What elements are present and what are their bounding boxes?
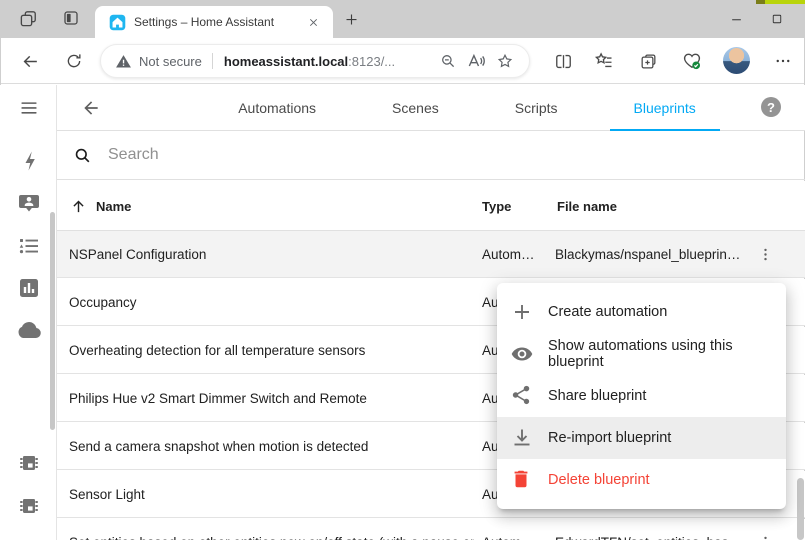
menu-item-reimport-blueprint[interactable]: Re-import blueprint: [497, 417, 786, 459]
security-label: Not secure: [139, 54, 202, 69]
sidebar-item-person-badge[interactable]: [17, 191, 41, 215]
page-scrollbar[interactable]: [797, 478, 804, 540]
home-assistant-favicon: [109, 14, 126, 31]
sidebar-scrollbar[interactable]: [50, 212, 55, 430]
person-badge-icon: [17, 191, 41, 215]
sidebar-menu-icon[interactable]: [17, 96, 41, 120]
address-divider: [212, 53, 213, 69]
energy-icon: [17, 149, 41, 173]
tab-scenes[interactable]: Scenes: [368, 85, 463, 131]
back-icon[interactable]: [18, 49, 42, 73]
eye-icon: [510, 342, 534, 366]
tab-actions-icon[interactable]: [17, 7, 39, 29]
column-header-file[interactable]: File name: [557, 181, 617, 231]
list-icon: [17, 234, 41, 258]
sidebar-item-device-2[interactable]: [17, 494, 41, 518]
tab-blueprints[interactable]: Blueprints: [610, 85, 720, 131]
not-secure-warning-icon[interactable]: [115, 53, 132, 70]
column-header-name[interactable]: Name: [70, 181, 131, 231]
tab-automations[interactable]: Automations: [214, 85, 340, 131]
refresh-icon[interactable]: [62, 49, 86, 73]
share-icon: [510, 384, 534, 408]
row-overflow-menu-icon[interactable]: [751, 240, 779, 268]
browser-essentials-icon[interactable]: [679, 48, 705, 74]
search-input[interactable]: [106, 145, 506, 165]
chip-icon: [17, 494, 41, 518]
search-row: [57, 131, 805, 180]
add-favorite-star-icon[interactable]: [491, 48, 519, 74]
profile-avatar[interactable]: [723, 47, 750, 74]
zoom-out-indicator-icon[interactable]: [435, 48, 461, 74]
cloud-icon: [17, 318, 41, 342]
history-chart-icon: [17, 276, 41, 300]
favorites-icon[interactable]: [591, 48, 617, 74]
help-icon[interactable]: ?: [761, 97, 781, 117]
table-header: Name Type File name: [57, 181, 805, 231]
background-sliver: [765, 0, 805, 4]
workspaces-icon[interactable]: [60, 7, 82, 29]
url-path: :8123/...: [348, 54, 395, 69]
tab-title: Settings – Home Assistant: [134, 15, 303, 29]
menu-item-show-automations[interactable]: Show automations using this blueprint: [497, 333, 786, 375]
sidebar-item-energy[interactable]: [17, 149, 41, 173]
table-row-nspanel[interactable]: NSPanel Configuration Autom… Blackymas/n…: [57, 231, 805, 278]
trash-icon: [510, 468, 534, 492]
browser-tab-active[interactable]: Settings – Home Assistant: [95, 6, 333, 38]
sidebar-item-history[interactable]: [17, 276, 41, 300]
read-aloud-icon[interactable]: [461, 48, 491, 74]
sidebar-item-cloud[interactable]: [17, 318, 41, 342]
plus-icon: [510, 300, 534, 324]
sidebar-item-list[interactable]: [17, 234, 41, 258]
collections-icon[interactable]: [635, 48, 661, 74]
tab-close-icon[interactable]: [303, 12, 323, 32]
ha-back-icon[interactable]: [79, 96, 103, 120]
more-options-icon[interactable]: [770, 48, 796, 74]
url-host: homeassistant.local: [224, 54, 348, 69]
background-sliver: [756, 0, 765, 4]
sidebar-item-device-1[interactable]: [17, 451, 41, 475]
menu-item-delete-blueprint[interactable]: Delete blueprint: [497, 459, 786, 501]
menu-item-create-automation[interactable]: Create automation: [497, 291, 786, 333]
browser-toolbar: Not secure homeassistant.local :8123/...: [0, 38, 805, 84]
ha-nav-tabs: Automations Scenes Scripts Blueprints: [187, 85, 747, 131]
browser-window: Settings – Home Assistant: [0, 0, 805, 540]
ha-sidebar: [0, 85, 57, 540]
window-maximize-icon[interactable]: [765, 8, 789, 30]
address-bar[interactable]: Not secure homeassistant.local :8123/...: [100, 44, 530, 78]
table-row-set-entities[interactable]: Set entities based on other entities new…: [57, 519, 805, 540]
menu-item-share-blueprint[interactable]: Share blueprint: [497, 375, 786, 417]
ha-header: Automations Scenes Scripts Blueprints: [57, 85, 805, 131]
blueprint-context-menu: Create automation Show automations using…: [497, 283, 786, 509]
sort-ascending-icon: [70, 198, 87, 215]
window-minimize-icon[interactable]: [724, 8, 748, 30]
split-screen-icon[interactable]: [550, 48, 576, 74]
search-icon: [73, 146, 92, 165]
row-overflow-menu-icon[interactable]: [751, 528, 779, 540]
new-tab-icon[interactable]: [340, 8, 362, 30]
tab-scripts[interactable]: Scripts: [491, 85, 582, 131]
chip-icon: [17, 451, 41, 475]
tab-strip: Settings – Home Assistant: [0, 0, 805, 38]
download-icon: [510, 426, 534, 450]
column-header-type[interactable]: Type: [482, 181, 511, 231]
